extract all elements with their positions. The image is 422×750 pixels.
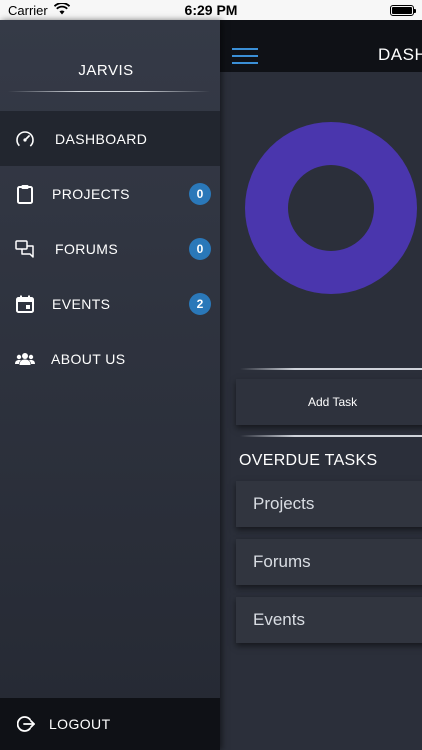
logout-button[interactable]: LOGOUT — [0, 698, 220, 750]
status-left: Carrier — [8, 1, 70, 18]
nav-item-dashboard[interactable]: DASHBOARD — [0, 111, 220, 166]
status-bar: Carrier 6:29 PM — [0, 0, 422, 20]
divider-top — [240, 368, 422, 370]
chat-bubbles-icon — [15, 239, 35, 259]
main-content: DASHBOARD Add Task OVERDUE TASKS Project… — [220, 20, 422, 750]
main-header: DASHBOARD — [220, 20, 422, 72]
navigation-drawer: JARVIS DASHBOARD PROJECTS 0 FORUMS 0 EVE… — [0, 20, 220, 750]
battery-icon — [390, 4, 416, 16]
nav-label-events: EVENTS — [52, 295, 111, 312]
page-title: DASHBOARD — [378, 45, 422, 64]
nav-item-events[interactable]: EVENTS 2 — [0, 276, 220, 331]
projects-count-badge: 0 — [189, 182, 211, 205]
task-card-events[interactable]: Events — [236, 597, 422, 643]
nav-label-projects: PROJECTS — [52, 185, 130, 202]
carrier-label: Carrier — [8, 2, 48, 18]
donut-chart — [245, 122, 417, 294]
donut-hole — [288, 165, 374, 251]
clipboard-icon — [15, 184, 35, 204]
divider-bottom — [240, 435, 422, 437]
events-count-badge: 2 — [189, 292, 211, 315]
brand-title: JARVIS — [78, 62, 134, 79]
nav-item-projects[interactable]: PROJECTS 0 — [0, 166, 220, 221]
nav-label-dashboard: DASHBOARD — [55, 130, 148, 147]
logout-label: LOGOUT — [49, 716, 111, 732]
task-card-projects[interactable]: Projects — [236, 481, 422, 527]
wifi-icon — [53, 1, 70, 18]
logout-icon — [16, 714, 36, 734]
nav-label-about-us: ABOUT US — [51, 350, 126, 367]
group-icon — [15, 349, 35, 369]
brand-divider — [8, 91, 210, 92]
hamburger-menu-icon[interactable] — [232, 48, 258, 64]
calendar-icon — [15, 294, 35, 314]
speedometer-icon — [15, 129, 35, 149]
task-card-forums[interactable]: Forums — [236, 539, 422, 585]
nav-item-forums[interactable]: FORUMS 0 — [0, 221, 220, 276]
add-task-button[interactable]: Add Task — [236, 379, 422, 425]
forums-count-badge: 0 — [189, 237, 211, 260]
nav-item-about-us[interactable]: ABOUT US — [0, 331, 220, 386]
overdue-tasks-heading: OVERDUE TASKS — [239, 452, 378, 469]
nav-label-forums: FORUMS — [55, 240, 119, 257]
